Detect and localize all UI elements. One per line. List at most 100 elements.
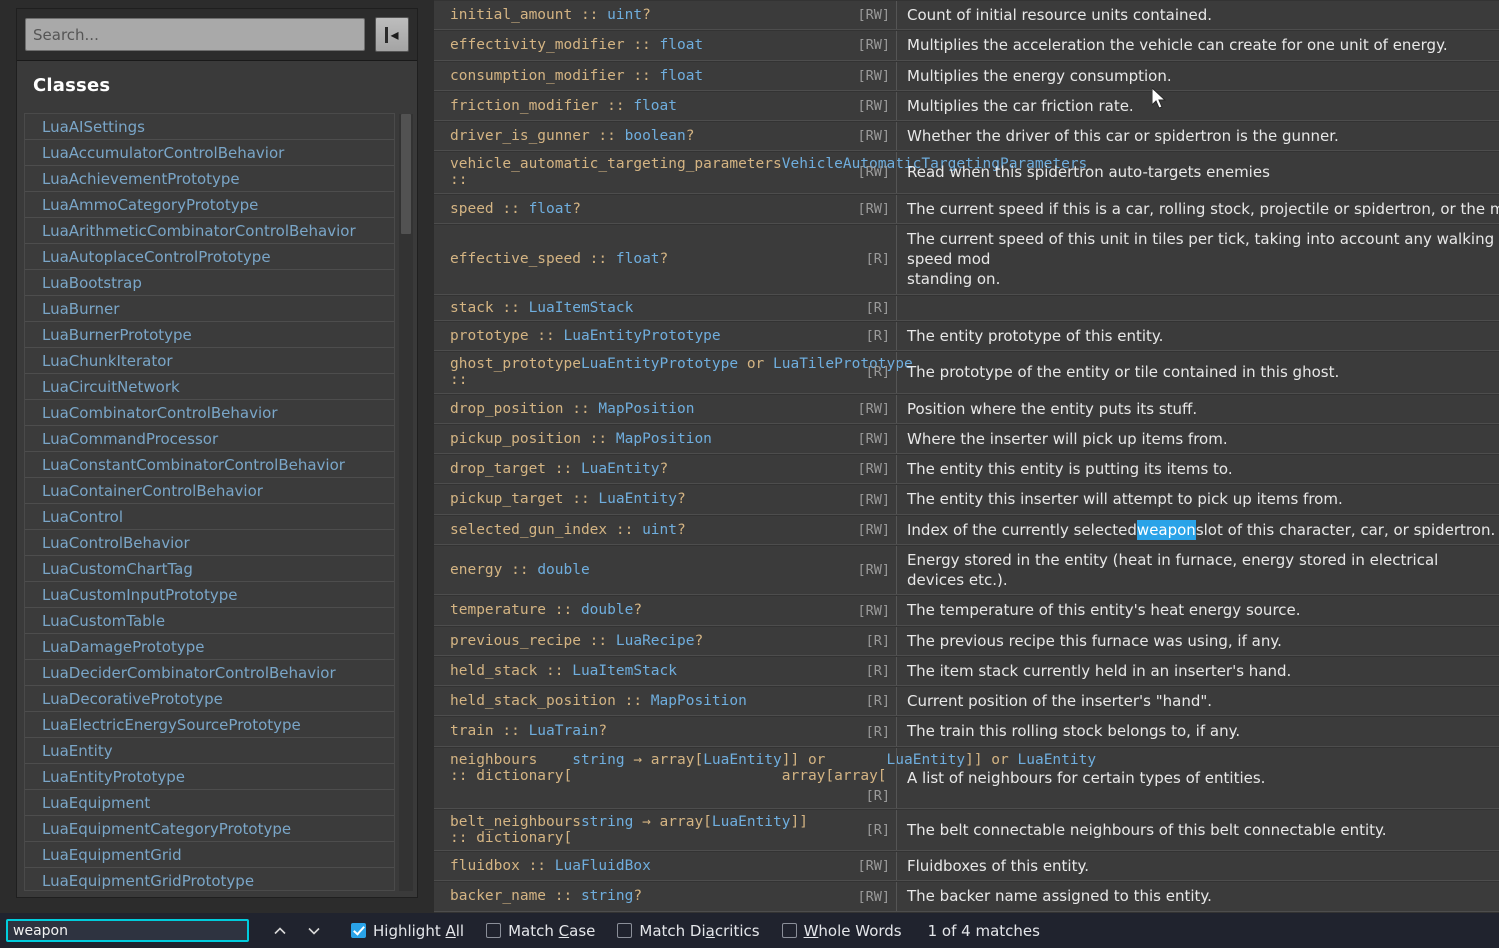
class-list-item[interactable]: LuaBurner xyxy=(25,296,394,322)
property-access-badge: [RW] xyxy=(846,852,897,881)
property-access-badge: [R] xyxy=(846,295,897,320)
whole-words-checkbox[interactable]: Whole Words xyxy=(781,922,902,940)
class-list-item[interactable]: LuaConstantCombinatorControlBehavior xyxy=(25,452,394,478)
match-case-checkbox[interactable]: Match Case xyxy=(486,922,595,940)
class-list-item[interactable]: LuaCustomTable xyxy=(25,608,394,634)
sidebar-scrollbar-track[interactable] xyxy=(399,114,413,891)
property-signature[interactable]: drop_target :: LuaEntity? xyxy=(434,455,846,483)
match-diacritics-checkbox-box[interactable] xyxy=(617,923,633,938)
class-list-item[interactable]: LuaEntity xyxy=(25,738,394,764)
property-row: drop_target :: LuaEntity? [RW] The entity … xyxy=(434,454,1499,485)
class-list-item[interactable]: LuaElectricEnergySourcePrototype xyxy=(25,712,394,738)
collapse-left-icon: ◂ xyxy=(390,24,399,44)
highlight-all-checkbox[interactable]: Highlight All xyxy=(351,922,464,940)
property-row: ghost_prototype :: LuaEntityPrototype or… xyxy=(434,351,1499,394)
class-list-item[interactable]: LuaDamagePrototype xyxy=(25,634,394,660)
property-access-badge: [R] xyxy=(846,717,897,746)
property-access-badge: [R] xyxy=(846,224,897,294)
class-list-item[interactable]: LuaControlBehavior xyxy=(25,530,394,556)
class-list-item[interactable]: LuaAISettings xyxy=(25,114,394,140)
property-description: The belt connectable neighbours of this … xyxy=(907,820,1387,839)
class-list-item[interactable]: LuaEquipmentGridPrototype xyxy=(25,868,394,890)
property-signature[interactable]: prototype :: LuaEntityPrototype xyxy=(434,322,846,350)
class-list-item[interactable]: LuaAutoplaceControlPrototype xyxy=(25,244,394,270)
class-list-item[interactable]: LuaCommandProcessor xyxy=(25,426,394,452)
property-access-badge: [R] xyxy=(846,687,897,716)
property-row: pickup_target :: LuaEntity? [RW] The entit… xyxy=(434,484,1499,515)
match-case-checkbox-box[interactable] xyxy=(486,923,502,938)
property-signature[interactable]: temperature :: double? xyxy=(434,596,846,624)
property-signature[interactable]: fluidbox :: LuaFluidBox xyxy=(434,852,846,880)
property-row: vehicle_automatic_targeting_parameters :… xyxy=(434,151,1499,194)
property-signature[interactable]: train :: LuaTrain? xyxy=(434,717,846,745)
property-row: speed :: float? [RW] The current speed if … xyxy=(434,193,1499,224)
property-signature[interactable]: held_stack_position :: MapPosition xyxy=(434,687,846,715)
property-signature[interactable]: pickup_position :: MapPosition xyxy=(434,425,846,453)
match-diacritics-checkbox[interactable]: Match Diacritics xyxy=(617,922,760,940)
class-list-item[interactable]: LuaControl xyxy=(25,504,394,530)
class-list-item[interactable]: LuaChunkIterator xyxy=(25,348,394,374)
property-signature[interactable]: previous_recipe :: LuaRecipe? xyxy=(434,627,846,655)
find-previous-button[interactable] xyxy=(265,917,295,945)
property-row: held_stack_position :: MapPosition [R] Cur… xyxy=(434,686,1499,717)
property-signature[interactable]: vehicle_automatic_targeting_parameters :… xyxy=(434,152,1087,192)
property-signature[interactable]: friction_modifier :: float xyxy=(434,92,846,120)
property-signature[interactable]: pickup_target :: LuaEntity? xyxy=(434,485,846,513)
property-signature[interactable]: driver_is_gunner :: boolean? xyxy=(434,122,846,150)
property-signature[interactable]: stack :: LuaItemStack xyxy=(434,296,846,320)
property-signature[interactable]: initial_amount :: uint? xyxy=(434,1,846,29)
class-list-item[interactable]: LuaEquipment xyxy=(25,790,394,816)
collapse-sidebar-button[interactable]: ◂ xyxy=(375,17,409,52)
sidebar-search-row: ◂ xyxy=(17,9,417,61)
find-input[interactable] xyxy=(6,919,249,942)
class-list-item[interactable]: LuaEquipmentGrid xyxy=(25,842,394,868)
property-row: train :: LuaTrain? [R] The train this roll… xyxy=(434,716,1499,747)
property-access-badge: [RW] xyxy=(846,882,897,911)
class-list-item[interactable]: LuaEntityPrototype xyxy=(25,764,394,790)
property-signature[interactable]: effective_speed :: float? xyxy=(434,225,846,294)
highlight-all-checkbox-box[interactable] xyxy=(351,923,366,938)
chevron-down-icon xyxy=(308,927,320,935)
class-list-item[interactable]: LuaCircuitNetwork xyxy=(25,374,394,400)
property-description: Multiplies the car friction rate. xyxy=(907,96,1134,115)
class-list-item[interactable]: LuaEquipmentCategoryPrototype xyxy=(25,816,394,842)
class-list-item[interactable]: LuaCombinatorControlBehavior xyxy=(25,400,394,426)
property-access-badge: [R] xyxy=(846,747,897,808)
property-row: energy :: double [RW] Energy stored in the… xyxy=(434,544,1499,596)
class-list-item[interactable]: LuaAccumulatorControlBehavior xyxy=(25,140,394,166)
property-description: Whether the driver of this car or spider… xyxy=(907,127,1339,145)
property-signature[interactable]: backer_name :: string? xyxy=(434,882,846,910)
property-signature[interactable]: neighbours :: dictionary[string → array[… xyxy=(434,748,1096,808)
classes-panel: Classes LuaAISettings LuaAccumulatorContr… xyxy=(17,61,417,897)
property-signature[interactable]: consumption_modifier :: float xyxy=(434,62,846,90)
property-row: friction_modifier :: float [RW] Multiplies… xyxy=(434,90,1499,121)
property-description: The previous recipe this furnace was usi… xyxy=(907,631,1282,650)
class-list-item[interactable]: LuaBurnerPrototype xyxy=(25,322,394,348)
whole-words-checkbox-box[interactable] xyxy=(781,923,797,938)
property-description xyxy=(897,296,1499,320)
property-signature[interactable]: belt_neighbours :: dictionary[string → a… xyxy=(434,810,846,850)
class-list-item[interactable]: LuaCustomInputPrototype xyxy=(25,582,394,608)
property-signature[interactable]: ghost_prototype :: LuaEntityPrototype or… xyxy=(434,352,913,392)
class-list[interactable]: LuaAISettings LuaAccumulatorControlBehavi… xyxy=(24,113,395,891)
find-next-button[interactable] xyxy=(299,917,329,945)
class-list-item[interactable]: LuaBootstrap xyxy=(25,270,394,296)
class-list-item[interactable]: LuaAchievementPrototype xyxy=(25,166,394,192)
property-signature[interactable]: energy :: double xyxy=(434,546,846,595)
class-list-item[interactable]: LuaAmmoCategoryPrototype xyxy=(25,192,394,218)
class-list-item[interactable]: LuaDecorativePrototype xyxy=(25,686,394,712)
property-signature[interactable]: drop_position :: MapPosition xyxy=(434,395,846,423)
class-list-item[interactable]: LuaCustomChartTag xyxy=(25,556,394,582)
class-list-item[interactable]: LuaArithmeticCombinatorControlBehavior xyxy=(25,218,394,244)
property-signature[interactable]: speed :: float? xyxy=(434,195,846,223)
class-list-item[interactable]: LuaDeciderCombinatorControlBehavior xyxy=(25,660,394,686)
property-access-badge: [RW] xyxy=(846,515,897,544)
class-list-item[interactable]: LuaContainerControlBehavior xyxy=(25,478,394,504)
property-description: Where the inserter will pick up items fr… xyxy=(907,429,1228,448)
property-signature[interactable]: selected_gun_index :: uint? xyxy=(434,516,846,544)
property-description: Energy stored in the entity (heat in fur… xyxy=(907,550,1439,590)
sidebar-scrollbar-thumb[interactable] xyxy=(401,114,411,234)
property-signature[interactable]: held_stack :: LuaItemStack xyxy=(434,657,846,685)
search-input[interactable] xyxy=(25,18,365,51)
property-signature[interactable]: effectivity_modifier :: float xyxy=(434,31,846,59)
